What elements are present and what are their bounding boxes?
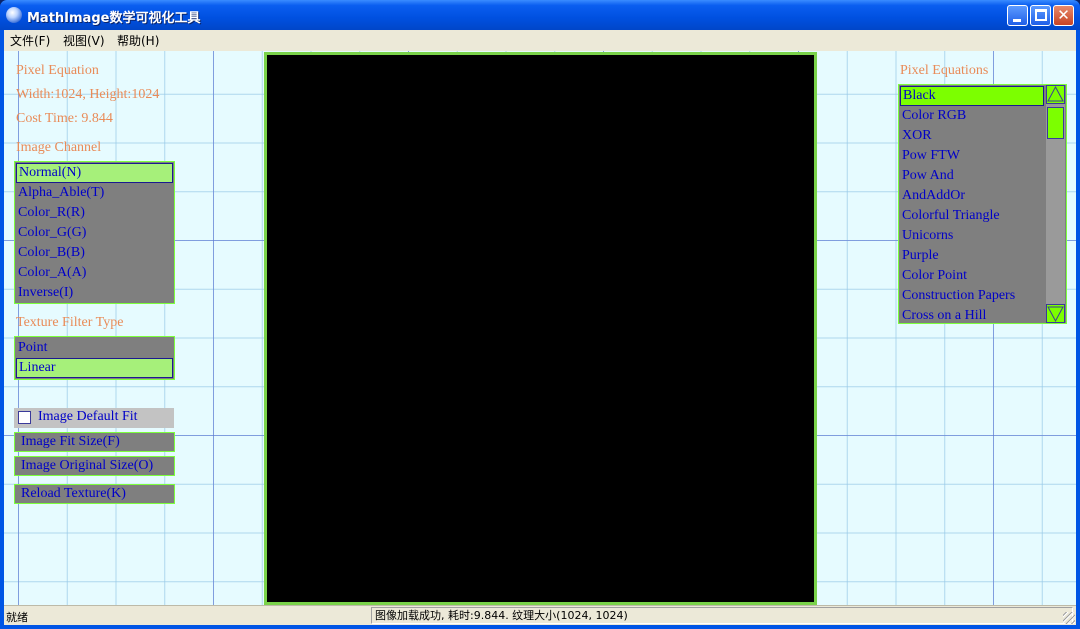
- equation-item-pow-ftw[interactable]: Pow FTW: [900, 146, 960, 166]
- maximize-icon: [1035, 9, 1047, 21]
- menu-bar: 文件(F) 视图(V) 帮助(H): [4, 30, 1076, 50]
- filter-item-point[interactable]: Point: [16, 338, 48, 358]
- status-ready-text: 就绪: [6, 611, 28, 624]
- close-button[interactable]: ✕: [1053, 5, 1074, 26]
- equation-item-colorful-triangle[interactable]: Colorful Triangle: [900, 206, 1000, 226]
- cost-time-label: Cost Time: 9.844: [16, 111, 113, 126]
- channel-item-color-r[interactable]: Color_R(R): [16, 203, 85, 223]
- channel-item-color-g[interactable]: Color_G(G): [16, 223, 86, 243]
- image-channel-label: Image Channel: [16, 140, 102, 155]
- maximize-button[interactable]: [1030, 5, 1051, 26]
- equation-item-purple[interactable]: Purple: [900, 246, 939, 266]
- image-fit-size-button[interactable]: Image Fit Size(F): [14, 432, 175, 452]
- equation-item-construction-papers[interactable]: Construction Papers: [900, 286, 1015, 306]
- minimize-button[interactable]: [1007, 5, 1028, 26]
- equation-item-pow-and[interactable]: Pow And: [900, 166, 954, 186]
- channel-item-color-b[interactable]: Color_B(B): [16, 243, 85, 263]
- window-title: MathImage数学可视化工具: [27, 11, 201, 26]
- grid-canvas: Pixel Equation Width:1024, Height:1024 C…: [4, 51, 1076, 605]
- resize-grip-icon[interactable]: [1063, 612, 1075, 624]
- image-size-label: Width:1024, Height:1024: [16, 87, 160, 102]
- image-default-fit-checkbox[interactable]: [18, 411, 31, 424]
- equation-item-unicorns[interactable]: Unicorns: [900, 226, 953, 246]
- image-default-fit-checkbox-row[interactable]: Image Default Fit: [14, 408, 174, 428]
- equations-scrollbar[interactable]: [1046, 85, 1065, 323]
- equation-item-color-rgb[interactable]: Color RGB: [900, 106, 966, 126]
- equation-item-black[interactable]: Black: [900, 86, 1044, 106]
- reload-texture-button[interactable]: Reload Texture(K): [14, 484, 175, 504]
- channel-item-alpha-able[interactable]: Alpha_Able(T): [16, 183, 104, 203]
- image-channel-list[interactable]: Normal(N) Alpha_Able(T) Color_R(R) Color…: [14, 161, 175, 304]
- channel-item-inverse[interactable]: Inverse(I): [16, 283, 73, 303]
- image-original-size-button[interactable]: Image Original Size(O): [14, 456, 175, 476]
- pixel-equation-label: Pixel Equation: [16, 63, 99, 78]
- pixel-equations-list[interactable]: Black Color RGB XOR Pow FTW Pow And AndA…: [898, 84, 1067, 324]
- equation-item-cross-on-a-hill[interactable]: Cross on a Hill: [900, 306, 986, 326]
- pixel-equations-label: Pixel Equations: [900, 63, 989, 78]
- app-globe-icon: [6, 7, 22, 23]
- status-bar: 就绪 图像加载成功, 耗时:9.844. 纹理大小(1024, 1024): [4, 605, 1076, 625]
- channel-item-normal[interactable]: Normal(N): [16, 163, 173, 183]
- scroll-thumb[interactable]: [1047, 107, 1064, 139]
- texture-filter-label: Texture Filter Type: [16, 315, 124, 330]
- close-icon: ✕: [1057, 6, 1070, 24]
- texture-filter-list[interactable]: Point Linear: [14, 336, 175, 380]
- minimize-icon: [1013, 19, 1021, 22]
- scroll-up-arrow-icon[interactable]: [1046, 85, 1065, 104]
- equation-item-color-point[interactable]: Color Point: [900, 266, 967, 286]
- filter-item-linear[interactable]: Linear: [16, 358, 173, 378]
- equation-item-xor[interactable]: XOR: [900, 126, 932, 146]
- app-window: MathImage数学可视化工具 ✕ 文件(F) 视图(V) 帮助(H) Pix…: [0, 0, 1080, 629]
- image-viewport[interactable]: [264, 52, 817, 605]
- title-bar[interactable]: MathImage数学可视化工具 ✕: [0, 0, 1080, 30]
- menu-help[interactable]: 帮助(H): [117, 32, 159, 49]
- image-default-fit-label: Image Default Fit: [38, 409, 138, 424]
- channel-item-color-a[interactable]: Color_A(A): [16, 263, 86, 283]
- scroll-down-arrow-icon[interactable]: [1046, 304, 1065, 323]
- status-message-text: 图像加载成功, 耗时:9.844. 纹理大小(1024, 1024): [371, 607, 1073, 624]
- menu-view[interactable]: 视图(V): [63, 32, 105, 49]
- client-area: 文件(F) 视图(V) 帮助(H) Pixel Equation Width:1…: [4, 30, 1076, 625]
- equation-item-andaddor[interactable]: AndAddOr: [900, 186, 965, 206]
- menu-file[interactable]: 文件(F): [10, 32, 50, 49]
